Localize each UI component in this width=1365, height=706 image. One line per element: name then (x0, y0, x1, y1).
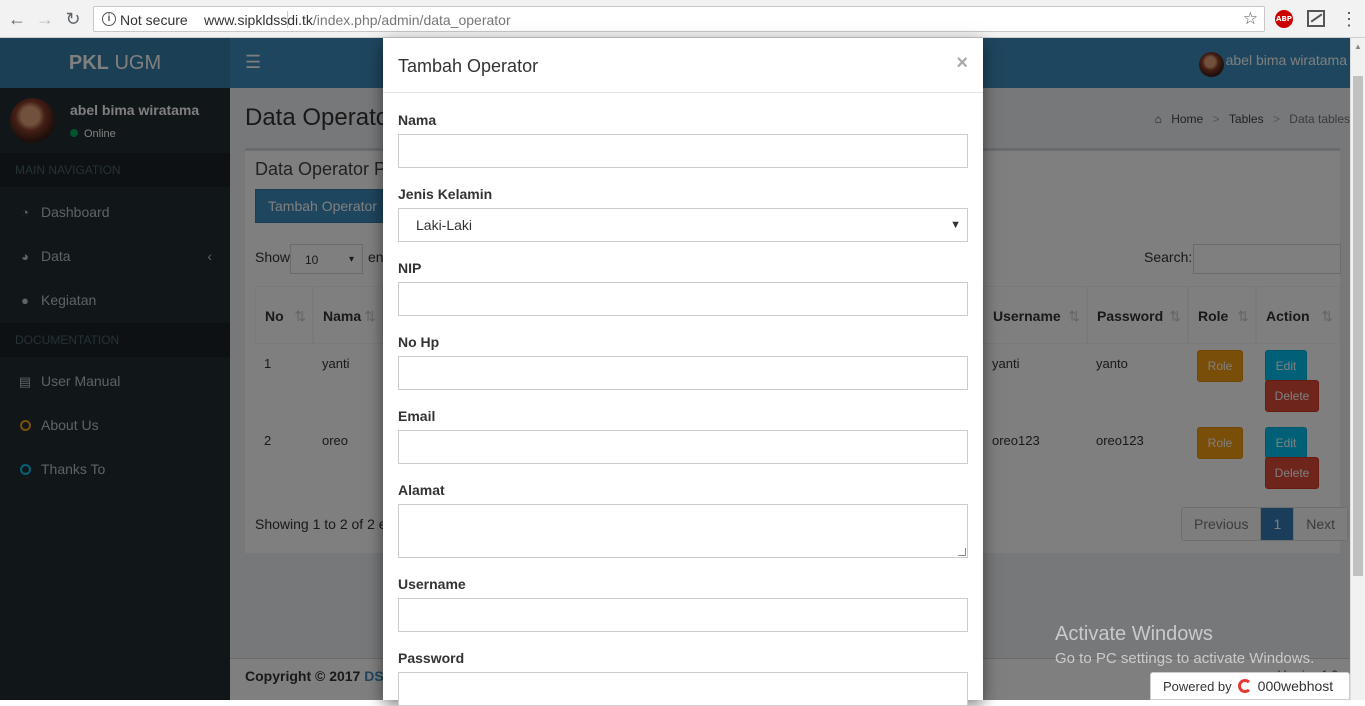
username-field[interactable] (398, 598, 968, 632)
resize-grip-icon[interactable] (958, 548, 966, 556)
nama-field[interactable] (398, 134, 968, 168)
add-operator-modal: Tambah Operator × Nama Jenis Kelamin Lak… (383, 38, 983, 706)
modal-header: Tambah Operator × (383, 38, 983, 93)
username-label: Username (398, 576, 466, 592)
webhost-logo-icon (1237, 679, 1252, 693)
webhost-brand: 000webhost (1257, 678, 1334, 694)
activate-subtitle: Go to PC settings to activate Windows. (1055, 650, 1315, 667)
url-path: /index.php/admin/data_operator (312, 12, 511, 28)
jenis-kelamin-value: Laki-Laki (416, 217, 473, 233)
url-host: www.sipkldssdi.tk (204, 12, 313, 28)
nip-label: NIP (398, 260, 422, 276)
no-hp-field[interactable] (398, 356, 968, 390)
nama-label: Nama (398, 112, 437, 128)
password-label: Password (398, 650, 465, 666)
password-field[interactable] (398, 672, 968, 706)
page-scrollbar[interactable]: ▲ (1350, 38, 1365, 700)
alamat-label: Alamat (398, 482, 445, 498)
dropdown-caret-icon: ▼ (950, 219, 961, 231)
browser-toolbar: ← → ↻ i Not secure www.sipkldssdi.tk/ind… (0, 0, 1365, 38)
forward-icon[interactable]: → (34, 8, 56, 30)
reload-icon[interactable]: ↻ (62, 8, 84, 30)
jenis-kelamin-select[interactable]: Laki-Laki ▼ (398, 208, 968, 242)
info-icon[interactable]: i (102, 12, 116, 26)
modal-title: Tambah Operator (398, 56, 539, 76)
browser-menu-icon[interactable]: ⋮ (1340, 8, 1358, 30)
back-icon[interactable]: ← (6, 8, 28, 30)
scroll-thumb[interactable] (1353, 76, 1363, 576)
powered-by-badge[interactable]: Powered by 000webhost (1150, 672, 1350, 700)
scroll-up-icon[interactable]: ▲ (1354, 42, 1362, 51)
address-bar[interactable]: i Not secure www.sipkldssdi.tk/index.php… (93, 6, 1265, 32)
adblock-plus-icon[interactable]: ABP (1275, 10, 1293, 28)
email-label: Email (398, 408, 436, 424)
url-text: www.sipkldssdi.tk/index.php/admin/data_o… (204, 12, 511, 28)
powered-by-label: Powered by (1163, 679, 1232, 694)
close-icon[interactable]: × (956, 52, 968, 75)
bookmark-star-icon[interactable]: ☆ (1243, 9, 1258, 29)
alamat-textarea[interactable] (398, 504, 968, 558)
security-label: Not secure (120, 12, 188, 28)
screenshot-extension-icon[interactable] (1307, 10, 1325, 27)
email-field[interactable] (398, 430, 968, 464)
nip-field[interactable] (398, 282, 968, 316)
jenis-kelamin-label: Jenis Kelamin (398, 186, 493, 202)
windows-activation-watermark: Activate Windows Go to PC settings to ac… (1055, 623, 1314, 667)
activate-title: Activate Windows (1055, 623, 1213, 645)
no-hp-label: No Hp (398, 334, 440, 350)
